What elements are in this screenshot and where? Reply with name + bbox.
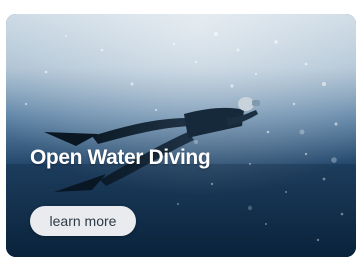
learn-more-button[interactable]: learn more	[30, 206, 136, 236]
card-title: Open Water Diving	[30, 146, 211, 169]
promo-card[interactable]: Open Water Diving learn more	[6, 14, 356, 257]
